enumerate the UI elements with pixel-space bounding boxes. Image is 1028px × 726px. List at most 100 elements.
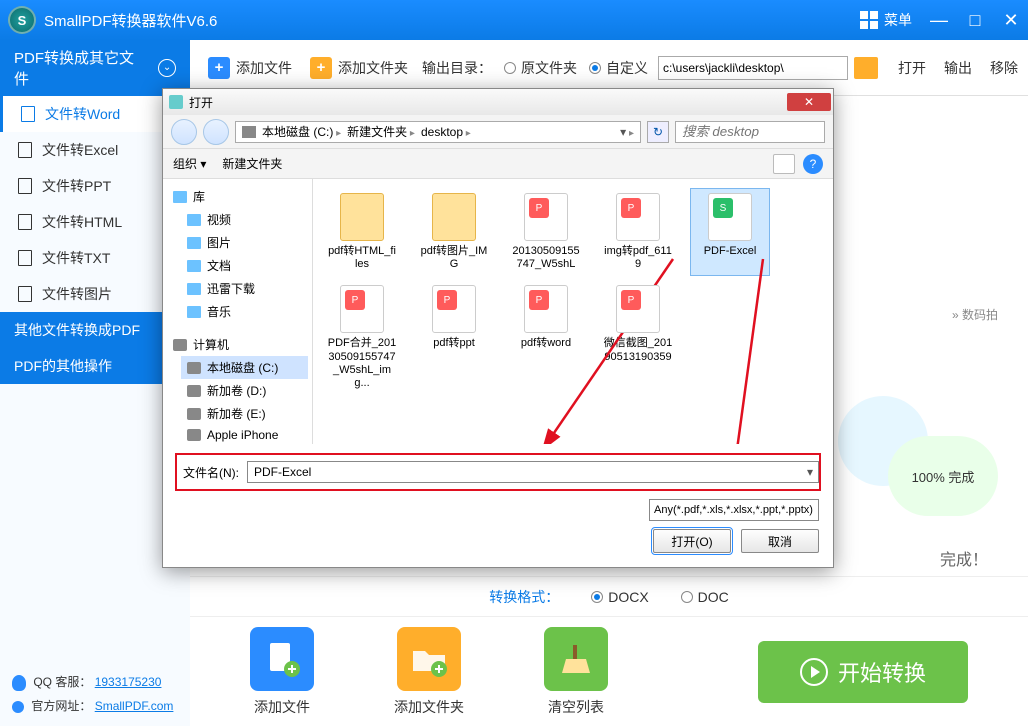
file-item[interactable]: P微信截图_20190513190359 bbox=[599, 281, 677, 394]
file-item[interactable]: Ppdf转word bbox=[507, 281, 585, 394]
open-action[interactable]: 打开 bbox=[898, 58, 926, 78]
file-item[interactable]: Ppdf转ppt bbox=[415, 281, 493, 394]
file-item[interactable]: PPDF合并_20130509155747_W5shL_img... bbox=[323, 281, 401, 394]
tree-library[interactable]: 库 bbox=[167, 185, 308, 208]
bottom-bar: 添加文件 添加文件夹 清空列表 开始转换 bbox=[190, 616, 1028, 726]
done-label: 完成！ bbox=[940, 546, 988, 570]
tree-drive[interactable]: 本地磁盘 (C:) bbox=[181, 356, 308, 379]
filename-row: 文件名(N): ▾ bbox=[177, 455, 819, 489]
globe-icon bbox=[12, 701, 24, 713]
remove-action[interactable]: 移除 bbox=[990, 58, 1018, 78]
output-dir-label: 输出目录： bbox=[422, 58, 492, 78]
menu-grid-icon bbox=[860, 11, 878, 29]
crumb-2[interactable]: desktop bbox=[421, 125, 471, 139]
qq-label: QQ 客服： bbox=[33, 675, 91, 689]
file-icon: P bbox=[432, 285, 476, 333]
file-icon: P bbox=[524, 285, 568, 333]
output-action[interactable]: 输出 bbox=[944, 58, 972, 78]
dialog-toolbar: 组织 ▾ 新建文件夹 ? bbox=[163, 149, 833, 179]
dialog-body: 库 视频图片文档迅雷下载音乐 计算机 本地磁盘 (C:)新加卷 (D:)新加卷 … bbox=[163, 179, 833, 444]
folder-tree[interactable]: 库 视频图片文档迅雷下载音乐 计算机 本地磁盘 (C:)新加卷 (D:)新加卷 … bbox=[163, 179, 313, 444]
browse-folder-button[interactable] bbox=[854, 57, 878, 79]
dialog-title: 打开 bbox=[189, 94, 213, 111]
help-button[interactable]: ? bbox=[803, 154, 823, 174]
file-grid[interactable]: pdf转HTML_filespdf转图片_IMGP20130509155747_… bbox=[313, 179, 833, 444]
menu-button[interactable]: 菜单 bbox=[860, 10, 912, 30]
doc-icon bbox=[18, 250, 32, 266]
file-icon: P bbox=[340, 285, 384, 333]
qq-icon bbox=[12, 675, 26, 691]
menu-label: 菜单 bbox=[884, 10, 912, 30]
plus-file-icon: + bbox=[208, 57, 230, 79]
organize-menu[interactable]: 组织 ▾ bbox=[173, 155, 206, 172]
new-folder-button[interactable]: 新建文件夹 bbox=[222, 155, 282, 172]
dialog-icon bbox=[169, 95, 183, 109]
site-label: 官方网址： bbox=[31, 699, 91, 713]
tree-drive[interactable]: 新加卷 (E:) bbox=[181, 402, 308, 425]
refresh-button[interactable]: ↻ bbox=[647, 121, 669, 143]
file-plus-icon bbox=[250, 627, 314, 691]
filename-input[interactable] bbox=[247, 461, 819, 483]
radio-doc[interactable]: DOC bbox=[681, 589, 729, 605]
titlebar: S SmallPDF转换器软件V6.6 菜单 — □ ✕ bbox=[0, 0, 1028, 40]
add-folder-button[interactable]: + 添加文件夹 bbox=[310, 57, 408, 79]
search-input[interactable] bbox=[675, 121, 825, 143]
tree-item[interactable]: 文档 bbox=[181, 254, 308, 277]
dialog-footer: 文件名(N): ▾ 打开(O) 取消 bbox=[163, 444, 833, 567]
file-icon: P bbox=[616, 285, 660, 333]
big-add-folder-button[interactable]: 添加文件夹 bbox=[394, 627, 464, 717]
tree-drive[interactable]: Apple iPhone bbox=[181, 425, 308, 444]
file-item[interactable]: SPDF-Excel bbox=[691, 189, 769, 275]
play-icon bbox=[800, 658, 828, 686]
open-button[interactable]: 打开(O) bbox=[653, 529, 731, 553]
minimize-button[interactable]: — bbox=[930, 10, 948, 31]
sidebar-header-label: PDF转换成其它文件 bbox=[14, 47, 148, 89]
close-button[interactable]: ✕ bbox=[1002, 10, 1020, 31]
app-title: SmallPDF转换器软件V6.6 bbox=[44, 10, 217, 31]
radio-custom-folder[interactable]: 自定义 bbox=[589, 58, 648, 78]
filetype-select[interactable] bbox=[649, 499, 819, 521]
doc-icon bbox=[18, 178, 32, 194]
drive-icon bbox=[242, 126, 256, 138]
tree-item[interactable]: 音乐 bbox=[181, 300, 308, 323]
dialog-titlebar: 打开 ✕ bbox=[163, 89, 833, 115]
radio-source-folder[interactable]: 原文件夹 bbox=[504, 58, 577, 78]
maximize-button[interactable]: □ bbox=[966, 10, 984, 31]
format-label: 转换格式： bbox=[489, 587, 559, 607]
tree-item[interactable]: 迅雷下载 bbox=[181, 277, 308, 300]
tree-item[interactable]: 图片 bbox=[181, 231, 308, 254]
add-file-button[interactable]: + 添加文件 bbox=[208, 57, 292, 79]
dialog-nav: 本地磁盘 (C:) 新建文件夹 desktop ▾ ↻ bbox=[163, 115, 833, 149]
app-logo-icon: S bbox=[8, 6, 36, 34]
sidebar-footer: QQ 客服： 1933175230 官方网址： SmallPDF.com bbox=[0, 661, 190, 726]
file-icon: S bbox=[708, 193, 752, 241]
progress-graphic: 100% 完成 bbox=[838, 376, 1008, 546]
category-tag: » 数码拍 bbox=[952, 306, 998, 323]
file-item[interactable]: P20130509155747_W5shL bbox=[507, 189, 585, 275]
cancel-button[interactable]: 取消 bbox=[741, 529, 819, 553]
window-controls: — □ ✕ bbox=[930, 10, 1020, 31]
tree-item[interactable]: 视频 bbox=[181, 208, 308, 231]
file-item[interactable]: Pimg转pdf_6119 bbox=[599, 189, 677, 275]
crumb-1[interactable]: 新建文件夹 bbox=[347, 123, 415, 140]
file-icon: P bbox=[524, 193, 568, 241]
big-add-file-button[interactable]: 添加文件 bbox=[250, 627, 314, 717]
nav-fwd-button[interactable] bbox=[203, 119, 229, 145]
file-open-dialog: 打开 ✕ 本地磁盘 (C:) 新建文件夹 desktop ▾ ↻ 组织 ▾ 新建… bbox=[162, 88, 834, 568]
nav-back-button[interactable] bbox=[171, 119, 197, 145]
dialog-close-button[interactable]: ✕ bbox=[787, 93, 831, 111]
qq-number-link[interactable]: 1933175230 bbox=[95, 675, 162, 689]
start-convert-button[interactable]: 开始转换 bbox=[758, 641, 968, 703]
file-item[interactable]: pdf转HTML_files bbox=[323, 189, 401, 275]
tree-computer[interactable]: 计算机 bbox=[167, 333, 308, 356]
radio-docx[interactable]: DOCX bbox=[591, 589, 648, 605]
file-item[interactable]: pdf转图片_IMG bbox=[415, 189, 493, 275]
crumb-0[interactable]: 本地磁盘 (C:) bbox=[262, 123, 341, 140]
format-bar: 转换格式： DOCX DOC bbox=[190, 576, 1028, 616]
breadcrumb[interactable]: 本地磁盘 (C:) 新建文件夹 desktop ▾ bbox=[235, 121, 641, 143]
big-clear-button[interactable]: 清空列表 bbox=[544, 627, 608, 717]
official-site-link[interactable]: SmallPDF.com bbox=[95, 699, 174, 713]
output-path-input[interactable] bbox=[658, 56, 848, 80]
view-mode-button[interactable] bbox=[773, 154, 795, 174]
tree-drive[interactable]: 新加卷 (D:) bbox=[181, 379, 308, 402]
